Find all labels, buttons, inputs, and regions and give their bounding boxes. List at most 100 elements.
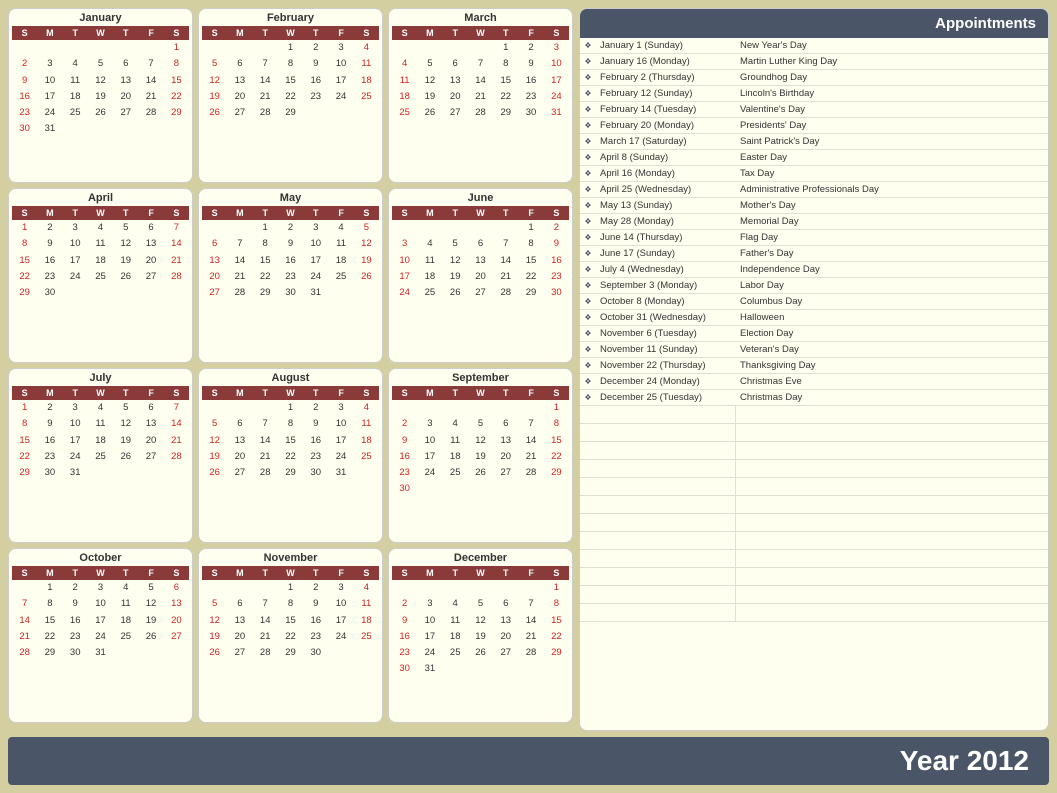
calendar-day: 25 xyxy=(354,89,379,105)
calendar-header-august: August xyxy=(202,372,379,384)
holiday-date: May 13 (Sunday) xyxy=(596,198,736,213)
calendar-day: 25 xyxy=(113,629,138,645)
calendar-day xyxy=(12,40,37,56)
calendar-day: 28 xyxy=(253,645,278,661)
appointment-row: ❖March 17 (Saturday)Saint Patrick's Day xyxy=(580,134,1048,150)
calendar-day xyxy=(88,285,113,301)
day-header: T xyxy=(253,386,278,400)
empty-appointment-row xyxy=(580,478,1048,496)
holiday-date: February 14 (Tuesday) xyxy=(596,102,736,117)
calendar-day xyxy=(493,400,518,416)
calendar-day: 7 xyxy=(468,56,493,72)
diamond-icon: ❖ xyxy=(580,134,596,149)
calendar-day: 10 xyxy=(328,416,353,432)
calendar-day xyxy=(113,301,138,303)
empty-appointment-row xyxy=(580,442,1048,460)
diamond-icon: ❖ xyxy=(580,230,596,245)
calendar-day: 17 xyxy=(63,433,88,449)
diamond-icon: ❖ xyxy=(580,182,596,197)
calendar-day: 23 xyxy=(303,449,328,465)
day-header: T xyxy=(113,26,138,40)
calendar-day: 10 xyxy=(544,56,569,72)
calendar-january: JanuarySMTWTFS12345678910111213141516171… xyxy=(8,8,193,183)
calendar-day xyxy=(468,220,493,236)
calendar-day xyxy=(468,661,493,677)
calendar-day: 12 xyxy=(138,596,163,612)
calendar-day: 13 xyxy=(227,613,252,629)
calendar-day: 1 xyxy=(278,400,303,416)
calendar-day xyxy=(493,580,518,596)
diamond-icon: ❖ xyxy=(580,278,596,293)
day-header: S xyxy=(544,566,569,580)
day-header: T xyxy=(253,566,278,580)
calendar-day xyxy=(164,465,189,481)
calendar-september: SeptemberSMTWTFS123456789101112131415161… xyxy=(388,368,573,543)
calendar-header-october: October xyxy=(12,552,189,564)
calendar-day: 2 xyxy=(37,400,62,416)
calendar-day xyxy=(37,301,62,303)
calendar-day: 27 xyxy=(113,105,138,121)
calendar-day: 11 xyxy=(354,416,379,432)
calendar-day xyxy=(12,301,37,303)
empty-appointment-row xyxy=(580,496,1048,514)
calendar-day xyxy=(303,661,328,663)
calendar-day: 15 xyxy=(253,253,278,269)
day-header: W xyxy=(468,206,493,220)
calendar-day: 24 xyxy=(328,449,353,465)
calendar-day: 30 xyxy=(37,465,62,481)
day-header: M xyxy=(417,206,442,220)
calendar-day: 19 xyxy=(138,613,163,629)
calendar-day: 16 xyxy=(278,253,303,269)
calendar-day: 22 xyxy=(253,269,278,285)
calendar-day xyxy=(113,40,138,56)
calendar-day: 26 xyxy=(202,465,227,481)
calendar-day: 8 xyxy=(12,416,37,432)
calendar-day: 19 xyxy=(202,629,227,645)
calendar-day xyxy=(468,40,493,56)
calendar-day xyxy=(544,301,569,303)
calendar-day xyxy=(518,301,543,303)
diamond-icon: ❖ xyxy=(580,342,596,357)
day-header: W xyxy=(88,26,113,40)
calendar-day: 2 xyxy=(518,40,543,56)
calendar-day: 21 xyxy=(253,449,278,465)
day-header: S xyxy=(544,386,569,400)
calendar-day xyxy=(328,301,353,303)
holiday-name: Christmas Day xyxy=(736,390,1048,405)
appointment-row: ❖November 11 (Sunday)Veteran's Day xyxy=(580,342,1048,358)
calendar-day: 19 xyxy=(202,449,227,465)
calendar-day: 22 xyxy=(544,629,569,645)
calendar-day: 20 xyxy=(227,449,252,465)
calendar-day: 2 xyxy=(303,580,328,596)
calendar-day: 23 xyxy=(392,645,417,661)
calendar-day xyxy=(138,285,163,301)
calendar-day: 27 xyxy=(138,449,163,465)
calendar-day: 20 xyxy=(138,433,163,449)
calendar-april: AprilSMTWTFS1234567891011121314151617181… xyxy=(8,188,193,363)
calendar-day xyxy=(328,645,353,661)
calendar-day xyxy=(164,645,189,661)
calendar-day: 23 xyxy=(37,449,62,465)
day-header: T xyxy=(63,386,88,400)
calendar-day xyxy=(88,481,113,483)
day-header: M xyxy=(227,206,252,220)
appointment-row: ❖February 2 (Thursday)Groundhog Day xyxy=(580,70,1048,86)
diamond-icon: ❖ xyxy=(580,326,596,341)
calendar-day: 14 xyxy=(164,236,189,252)
calendar-day: 24 xyxy=(88,629,113,645)
calendar-day: 11 xyxy=(63,73,88,89)
calendar-day: 11 xyxy=(417,253,442,269)
day-header: S xyxy=(202,566,227,580)
calendar-day: 5 xyxy=(202,416,227,432)
calendar-header-april: April xyxy=(12,192,189,204)
calendar-day: 31 xyxy=(37,121,62,137)
day-header: F xyxy=(328,566,353,580)
calendar-day: 25 xyxy=(392,105,417,121)
calendar-day: 17 xyxy=(417,449,442,465)
calendar-day xyxy=(303,105,328,121)
calendar-day: 27 xyxy=(138,269,163,285)
calendar-august: AugustSMTWTFS123456789101112131415161718… xyxy=(198,368,383,543)
calendar-day xyxy=(138,661,163,663)
calendar-day xyxy=(227,661,252,663)
empty-appointment-row xyxy=(580,550,1048,568)
